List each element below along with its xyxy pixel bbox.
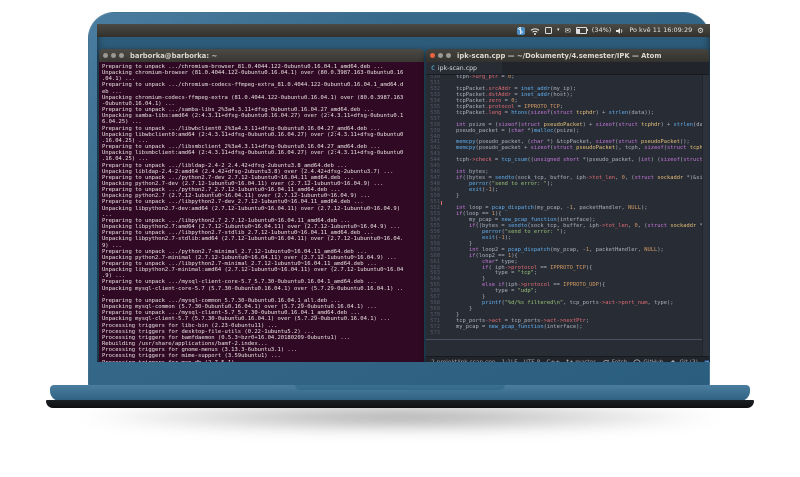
terminal-line: Unpacking chromium-browser (81.0.4044.12… — [102, 70, 404, 77]
terminal-titlebar[interactable]: barborka@barborka: ~ — [99, 49, 424, 62]
tab-ipk-scan-cpp[interactable]: C ipk-scan.cpp — [426, 62, 502, 74]
branch-icon — [566, 359, 573, 362]
desktop-screen: ▾ ✉ (34%) Po kvě 11 16:09:29 ⚙ barborka@… — [97, 24, 710, 362]
atom-window-title: ipk-scan.cpp — ~/Dokumenty/4.semester/IP… — [457, 51, 662, 60]
terminal-line: Preparing to unpack .../chromium-codecs-… — [102, 82, 404, 89]
terminal-line: Unpacking samba-libs:amd64 (2:4.3.11+dfs… — [102, 113, 404, 120]
window-maximize-icon[interactable] — [119, 53, 124, 58]
system-top-bar: ▾ ✉ (34%) Po kvě 11 16:09:29 ⚙ — [97, 24, 710, 37]
update-icon — [704, 360, 709, 362]
window-maximize-icon[interactable] — [446, 53, 451, 58]
line-number: 573 — [430, 329, 440, 336]
status-fetch-button[interactable]: Fetch — [602, 359, 627, 362]
atom-editor-window[interactable]: ipk-scan.cpp — ~/Dokumenty/4.semester/IP… — [426, 49, 709, 362]
atom-tab-bar: C ipk-scan.cpp — [426, 62, 709, 75]
code-line: printf("%d/%s filtered\n", tcp_ports->ac… — [481, 300, 674, 307]
window-minimize-icon[interactable] — [111, 53, 116, 58]
sync-icon — [602, 359, 609, 362]
status-update-badge[interactable]: 1 update — [704, 360, 709, 362]
laptop-base — [50, 385, 750, 401]
wifi-icon[interactable] — [530, 27, 540, 35]
code-line: tcph->check = tcp_csum((unsigned short *… — [443, 157, 702, 164]
tab-label: ipk-scan.cpp — [437, 64, 477, 72]
git-icon — [670, 359, 677, 362]
status-encoding[interactable]: UTF-8 — [524, 360, 541, 362]
terminal-line: Unpacking mysql-client-core-5.7 (5.7.30-… — [102, 285, 404, 292]
atom-status-bar: 2-projekt/ipk-scan.cpp 1:1 LF UTF-8 C++ … — [426, 356, 709, 362]
keyboard-indicator-icon[interactable] — [544, 27, 552, 34]
github-icon — [633, 359, 641, 362]
terminal-line: Unpacking mysql-client-5.7 (5.7.30-0ubun… — [102, 316, 391, 323]
battery-icon[interactable] — [575, 27, 588, 34]
editor-scrollbar[interactable] — [702, 75, 709, 356]
terminal-line: Unpacking libsmbclient:amd64 (2:4.3.11+d… — [102, 150, 404, 157]
window-minimize-icon[interactable] — [438, 53, 443, 58]
terminal-line: Unpacking libpython2.7-stdlib:amd64 (2.7… — [102, 236, 404, 243]
terminal-window[interactable]: barborka@barborka: ~ Preparing to unpack… — [99, 49, 424, 362]
terminal-line: Unpacking libldap-2.4-2:amd64 (2.4.42+df… — [102, 168, 394, 175]
window-close-icon[interactable] — [103, 53, 108, 58]
laptop-base-bottom — [46, 400, 754, 408]
clock[interactable]: Po kvě 11 16:09:29 — [629, 24, 692, 37]
terminal-line: Preparing to unpack .../libwbclient0_2%3… — [102, 125, 381, 132]
c-file-icon: C — [431, 64, 435, 72]
terminal-line: Unpacking libpython2.7-minimal:amd64 (2.… — [102, 267, 404, 274]
gear-icon[interactable]: ⚙ — [697, 24, 704, 37]
atom-titlebar[interactable]: ipk-scan.cpp — ~/Dokumenty/4.semester/IP… — [426, 49, 709, 62]
laptop-mockup: ▾ ✉ (34%) Po kvě 11 16:09:29 ⚙ barborka@… — [0, 0, 800, 477]
terminal-line: Preparing to unpack .../mysql-client-cor… — [102, 279, 377, 286]
terminal-output[interactable]: Preparing to unpack .../chromium-browser… — [99, 62, 424, 362]
window-close-icon[interactable] — [430, 53, 435, 58]
volume-icon[interactable] — [616, 27, 624, 35]
terminal-line: Processing triggers for man-db (2.7.5-1)… — [102, 360, 424, 363]
status-grammar[interactable]: C++ — [546, 360, 560, 362]
status-file-path[interactable]: 2-projekt/ipk-scan.cpp — [431, 360, 496, 362]
status-github-button[interactable]: GitHub — [633, 359, 663, 362]
terminal-title: barborka@barborka: ~ — [130, 51, 218, 60]
desktop: barborka@barborka: ~ Preparing to unpack… — [97, 37, 710, 362]
editor-bottom-divider — [426, 339, 702, 340]
status-cursor-position[interactable]: 1:1 — [502, 360, 511, 362]
line-number-gutter: 530 531 532 533 534 535 536 537 538 539 540 541 542 5… — [426, 75, 443, 356]
status-line-ending[interactable]: LF — [511, 360, 518, 362]
battery-percentage: (34%) — [591, 26, 612, 34]
laptop-lid-notch — [295, 385, 505, 390]
terminal-line: Unpacking libwbclient0:amd64 (2:4.3.11+d… — [102, 131, 404, 138]
bluetooth-icon[interactable] — [516, 26, 525, 35]
mail-icon[interactable]: ✉ — [565, 24, 571, 37]
code-text[interactable]: tcph->urg_ptr = 0; tcpPacket.srcAddr = i… — [443, 75, 702, 356]
chevron-down-icon[interactable]: ▾ — [557, 24, 560, 37]
terminal-line: Unpacking libpython2.7-dev:amd64 (2.7.12… — [102, 205, 401, 212]
status-git-branch[interactable]: master — [566, 359, 596, 362]
code-editor-area[interactable]: 530 531 532 533 534 535 536 537 538 539 540 541 542 5… — [426, 75, 709, 356]
status-git-button[interactable]: Git (3) — [669, 359, 698, 362]
code-line: memcpy(pseudo_packet + sizeof(struct pse… — [455, 145, 702, 152]
